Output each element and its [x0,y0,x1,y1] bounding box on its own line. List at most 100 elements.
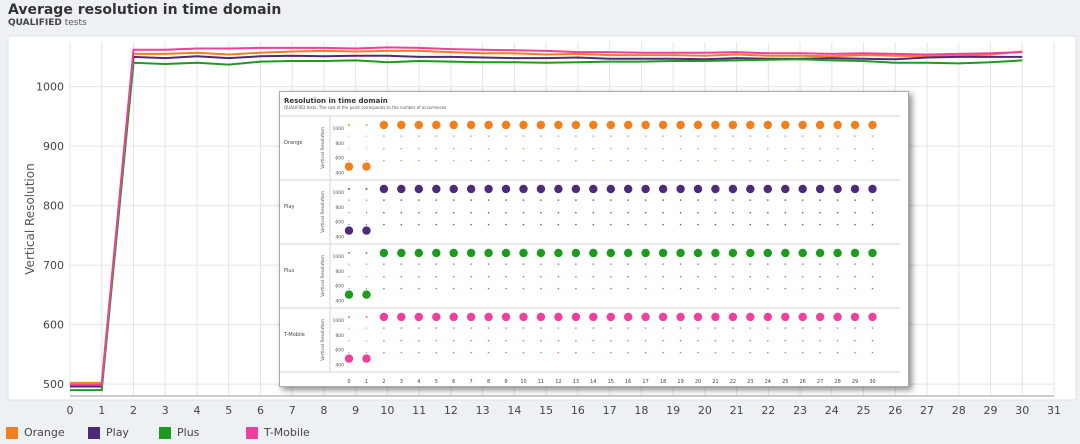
scatter-point [697,223,699,226]
scatter-point [540,135,542,137]
scatter-point [400,223,403,226]
scatter-point [697,135,699,137]
scatter-point [801,223,804,226]
scatter-point [697,147,699,150]
scatter-point [749,275,752,278]
scatter-point [850,120,860,130]
scatter-point [697,339,699,342]
scatter-point [522,351,525,354]
scatter-point [348,263,350,265]
scatter-point [435,223,438,226]
x-tick-label: 3 [162,404,169,417]
x-tick-label: 30 [1015,404,1029,417]
scatter-point [767,147,769,150]
scatter-point [452,211,455,214]
scatter-point [836,263,839,265]
scatter-point [662,327,664,329]
scatter-point [871,351,874,354]
scatter-point [679,135,682,137]
scatter-point [801,135,804,137]
scatter-point [365,212,368,214]
scatter-point [784,159,787,162]
scatter-point [470,339,472,342]
scatter-point [592,159,595,162]
scatter-point [592,275,595,278]
scatter-point [435,159,438,162]
scatter-point [610,351,612,354]
scatter-point [784,275,787,278]
scatter-point [819,263,821,265]
scatter-point [540,263,542,265]
scatter-point [348,135,350,137]
scatter-point [400,263,403,265]
scatter-point [470,351,472,354]
x-tick-label: 14 [507,404,521,417]
scatter-point [487,263,490,265]
legend-item-play[interactable]: Play [88,426,129,439]
scatter-point [449,248,458,258]
scatter-point [348,276,350,278]
scatter-point [732,135,734,137]
scatter-point [714,135,717,137]
scatter-point [676,312,685,322]
scatter-point [540,275,542,278]
x-tick-label: 4 [193,404,200,417]
scatter-point [836,351,839,354]
x-tick-label: 26 [888,404,902,417]
legend-item-orange[interactable]: Orange [6,426,65,439]
x-tick-label: 17 [603,404,617,417]
scatter-point [644,147,647,150]
scatter-point [854,327,856,329]
scatter-point [854,275,856,278]
scatter-point [836,275,839,278]
legend-item-t-mobile[interactable]: T-Mobile [246,426,310,439]
scatter-point [348,199,350,201]
scatter-point [662,263,664,265]
scatter-point [606,184,615,194]
scatter-point [365,124,368,126]
y-tick-label: 700 [43,259,64,272]
scatter-point [592,211,595,214]
scatter-point [484,184,493,194]
scatter-point [414,184,423,194]
scatter-point [815,248,825,258]
scatter-point [348,288,350,290]
x-tick-label: 29 [984,404,998,417]
scatter-point [732,275,734,278]
scatter-point [767,211,769,214]
inset-x-tick: 10 [520,379,526,385]
scatter-point [610,147,612,150]
scatter-point [819,199,821,201]
scatter-point [505,287,507,290]
panel-name: Play [284,204,294,210]
scatter-point [627,339,629,342]
scatter-point [679,199,682,201]
scatter-point [522,327,525,329]
legend-item-plus[interactable]: Plus [159,426,199,439]
scatter-point [400,351,403,354]
scatter-point [871,327,874,329]
scatter-point [662,135,664,137]
scatter-point [418,147,420,150]
scatter-point [781,120,790,130]
scatter-point [435,263,438,265]
panel-y-tick: 1000 [333,190,345,196]
scatter-point [575,211,577,214]
scatter-point [871,135,874,137]
scatter-point [732,263,734,265]
scatter-point [365,160,368,162]
scatter-point [400,327,403,329]
scatter-point [714,351,717,354]
scatter-point [662,223,664,226]
inset-chart-panel: Resolution in time domain QUALIFIED test… [279,91,909,387]
x-tick-label: 5 [225,404,232,417]
scatter-point [819,287,821,290]
panel-y-tick: 800 [335,141,344,147]
scatter-point [435,339,438,342]
scatter-point [836,287,839,290]
scatter-point [679,211,682,214]
inset-x-tick: 18 [660,379,666,385]
scatter-point [522,339,525,342]
scatter-point [784,135,787,137]
scatter-point [397,184,406,194]
